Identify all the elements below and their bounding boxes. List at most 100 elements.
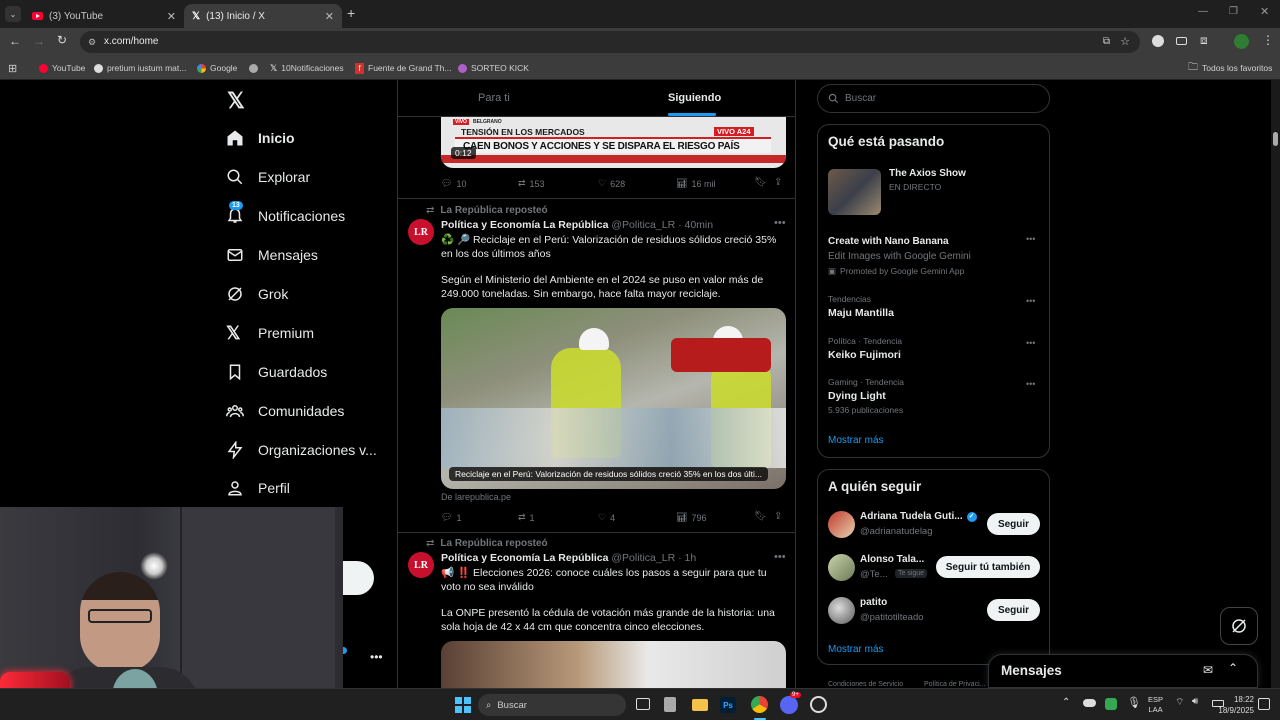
search-box[interactable]: Buscar [817,84,1050,113]
nav-notifications[interactable]: 13 Notificaciones [226,201,345,231]
tweet-time[interactable]: · 40min [678,219,713,231]
tab-x-home[interactable]: 𝕏 (13) Inicio / X ✕ [184,4,342,28]
more-icon[interactable]: ••• [1026,296,1035,306]
follow-button[interactable]: Seguir [987,513,1040,535]
bookmark-pretium[interactable]: pretium iustum mat... [94,56,186,80]
back-icon[interactable]: ← [9,34,21,48]
show-more-link[interactable]: Mostrar más [828,644,884,655]
forward-icon[interactable]: → [33,34,45,48]
extensions-puzzle-icon[interactable]: ⧈ [1200,33,1208,48]
author-handle[interactable]: @Politica_LR [611,219,675,231]
follow-name[interactable]: Alonso Tala... [860,554,924,565]
chrome-icon[interactable] [751,696,768,713]
star-icon[interactable]: ☆ [1120,31,1130,53]
author-name[interactable]: Política y Economía La República [441,219,608,231]
nav-bookmarks[interactable]: Guardados [226,357,327,387]
x-logo-icon[interactable]: 𝕏 [227,88,245,114]
footer-link[interactable]: Política de Privaci... [924,681,985,688]
tab-for-you[interactable]: Para ti [478,92,510,104]
nav-premium[interactable]: 𝕏 Premium [226,318,314,348]
follow-name[interactable]: patito [860,597,887,608]
restore-icon[interactable]: ❐ [1229,6,1238,17]
tray-chevron-icon[interactable]: ⌃ [1062,697,1070,708]
nav-communities[interactable]: Comunidades [226,396,344,426]
views-button[interactable]: 📊︎ 16 mil [676,178,715,189]
extension-icon[interactable] [1152,35,1164,47]
like-button[interactable]: ♡ 628 [598,178,625,189]
app-icon[interactable] [664,697,676,712]
expand-icon[interactable]: ⌃ [1228,661,1238,675]
bookmark-steam[interactable] [249,56,262,80]
reply-button[interactable]: 💬︎ 1 [441,512,461,523]
share-button[interactable]: ⇪ [774,177,782,188]
volume-icon[interactable]: 🔊︎ [1192,696,1198,707]
link-card-image[interactable]: Reciclaje en el Perú: Valorización de re… [441,308,786,489]
share-button[interactable]: ⇪ [774,511,782,522]
video-thumbnail[interactable]: VIVO BELGRANO TENSIÓN EN LOS MERCADOS VI… [441,117,786,168]
nav-profile[interactable]: Perfil [226,473,290,503]
more-options-icon[interactable]: ••• [370,650,383,664]
close-tab-icon[interactable]: ✕ [325,10,334,23]
live-thumbnail[interactable] [828,169,881,215]
close-window-icon[interactable]: ✕ [1260,5,1269,18]
task-view-icon[interactable] [636,698,650,710]
media-icon[interactable] [1176,37,1187,45]
avatar[interactable] [828,511,855,538]
install-app-icon[interactable]: ⧉ [1103,31,1110,53]
bookmark-youtube[interactable]: YouTube [39,56,85,80]
profile-avatar[interactable] [1234,34,1249,49]
trend-name[interactable]: Dying Light [828,390,886,402]
close-tab-icon[interactable]: ✕ [167,10,176,23]
obs-icon[interactable] [810,696,827,713]
more-icon[interactable]: ••• [1026,234,1035,244]
avatar[interactable]: LR [408,552,434,578]
repost-button[interactable]: ⇄ 1 [518,512,535,523]
bookmark-gta-font[interactable]: f Fuente de Grand Th... [355,56,451,80]
nav-home[interactable]: Inicio [226,123,295,153]
trend-name[interactable]: Keiko Fujimori [828,349,901,361]
menu-icon[interactable]: ⋮ [1262,33,1274,47]
wifi-icon[interactable]: ⌔ [1175,696,1184,709]
grok-floating-button[interactable] [1220,607,1258,645]
bookmark-button[interactable]: 🔖︎ [754,511,767,522]
new-tab-button[interactable]: + [347,5,355,21]
clock[interactable]: 18:22 18/9/2025 [1212,694,1254,716]
apps-icon[interactable]: ⊞ [8,56,17,80]
bookmark-button[interactable]: 🔖︎ [754,177,767,188]
follow-back-button[interactable]: Seguir tú también [936,556,1040,578]
avatar[interactable]: LR [408,219,434,245]
promo-title[interactable]: Create with Nano Banana [828,236,949,247]
reply-button[interactable]: 💬︎ 10 [441,178,466,189]
author-name[interactable]: Política y Economía La República [441,552,608,564]
avatar[interactable] [828,554,855,581]
tweet-media[interactable] [441,641,786,688]
tweet-more-icon[interactable]: ••• [774,217,786,229]
follow-button[interactable]: Seguir [987,599,1040,621]
views-button[interactable]: 📊︎ 796 [676,512,706,523]
footer-link[interactable]: Condiciones de Servicio [828,681,903,688]
avatar[interactable] [828,597,855,624]
tab-list-button[interactable]: ⌄ [5,6,21,22]
bookmark-sorteo-kick[interactable]: SORTEO KICK [458,56,529,80]
repost-button[interactable]: ⇄ 153 [518,178,545,189]
card-source[interactable]: De larepublica.pe [441,492,511,502]
tweet-time[interactable]: · 1h [678,552,696,564]
show-more-link[interactable]: Mostrar más [828,435,884,446]
nav-messages[interactable]: Mensajes [226,240,318,270]
like-button[interactable]: ♡ 4 [598,512,615,523]
address-bar[interactable]: ⚙ x.com/home ⧉ ☆ [80,31,1140,53]
windows-start-icon[interactable] [455,697,471,713]
scrollbar-thumb[interactable] [1273,132,1278,146]
more-icon[interactable]: ••• [1026,338,1035,348]
trend-name[interactable]: Maju Mantilla [828,307,894,319]
new-message-icon[interactable]: ✉ [1203,663,1213,677]
tweet-more-icon[interactable]: ••• [774,551,786,563]
reload-icon[interactable]: ↻ [57,33,67,47]
nav-organizations[interactable]: Organizaciones v... [226,435,377,465]
discord-icon[interactable] [780,696,798,714]
nav-grok[interactable]: Grok [226,279,288,309]
bookmark-google[interactable]: Google [197,56,237,80]
live-title[interactable]: The Axios Show [889,168,966,179]
bookmark-notificaciones[interactable]: 𝕏 10Notificaciones [270,56,344,80]
onedrive-icon[interactable] [1083,699,1096,707]
